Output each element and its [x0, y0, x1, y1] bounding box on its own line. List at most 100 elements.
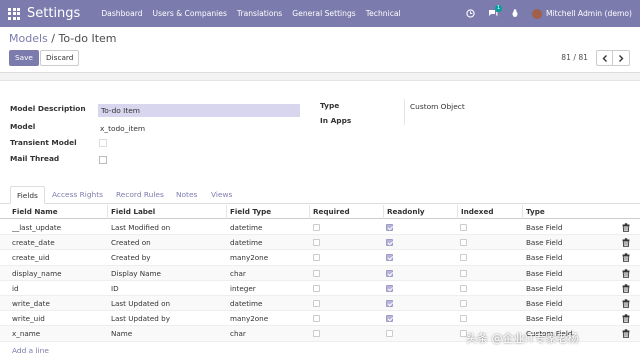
menu-item-dashboard[interactable]: Dashboard: [96, 0, 147, 27]
cell-type: Base Field: [526, 268, 563, 278]
messages-icon[interactable]: 1: [488, 4, 503, 19]
column-indexed[interactable]: Indexed: [458, 205, 523, 219]
table-row[interactable]: id ID integer Base Field: [0, 281, 640, 296]
required-checkbox[interactable]: [313, 330, 320, 338]
column-readonly[interactable]: Readonly: [384, 205, 458, 219]
menu-item-general-settings[interactable]: General Settings: [287, 0, 361, 27]
trash-icon[interactable]: [622, 268, 630, 278]
readonly-checkbox[interactable]: [386, 330, 393, 338]
menu-item-users-companies[interactable]: Users & Companies: [148, 0, 232, 27]
menu-item-translations[interactable]: Translations: [232, 0, 287, 27]
cell-type: Base Field: [526, 253, 563, 263]
indexed-checkbox[interactable]: [460, 300, 467, 307]
debug-bug-icon[interactable]: [510, 9, 520, 19]
discard-button[interactable]: Discard: [40, 50, 80, 66]
tab-views[interactable]: Views: [205, 186, 238, 204]
column-required[interactable]: Required: [310, 205, 384, 219]
tab-fields[interactable]: Fields: [10, 186, 45, 204]
readonly-checkbox[interactable]: [386, 315, 393, 323]
table-row[interactable]: create_date Created on datetime Base Field: [0, 235, 640, 251]
user-menu[interactable]: Mitchell Admin (demo): [531, 8, 632, 19]
required-checkbox[interactable]: [313, 239, 320, 247]
cell-field-label: Display Name: [111, 268, 161, 278]
trash-icon[interactable]: [622, 284, 630, 293]
indexed-checkbox[interactable]: [460, 315, 467, 323]
required-checkbox[interactable]: [313, 269, 320, 277]
model-description-label: Model Description: [10, 104, 86, 113]
trash-icon[interactable]: [622, 314, 630, 324]
pager-previous-button[interactable]: [596, 50, 613, 66]
messages-count-badge: 1: [494, 4, 503, 12]
type-value: Custom Object: [410, 102, 465, 111]
column-field-label[interactable]: Field Label: [108, 205, 227, 219]
cell-field-type: integer: [230, 283, 256, 293]
cell-field-type: datetime: [230, 299, 263, 308]
indexed-checkbox[interactable]: [460, 239, 467, 247]
required-checkbox[interactable]: [313, 300, 320, 307]
column-field-type[interactable]: Field Type: [227, 205, 310, 219]
tab-notes[interactable]: Notes: [170, 186, 203, 204]
readonly-checkbox[interactable]: [386, 300, 393, 307]
cell-field-name: create_uid: [12, 253, 50, 263]
menu-item-technical[interactable]: Technical: [361, 0, 406, 27]
trash-icon[interactable]: [622, 299, 630, 308]
pager-value[interactable]: 81 / 81: [561, 53, 588, 62]
cell-field-type: datetime: [230, 223, 263, 232]
mail-thread-checkbox[interactable]: [99, 156, 107, 164]
app-grid-icon[interactable]: [7, 7, 21, 21]
cell-field-label: Last Modified on: [111, 223, 171, 232]
cell-field-label: Name: [111, 329, 133, 339]
breadcrumb-separator: /: [51, 32, 55, 45]
readonly-checkbox[interactable]: [386, 269, 393, 277]
chevron-left-icon: [602, 54, 607, 62]
cell-field-type: char: [230, 268, 246, 278]
readonly-checkbox[interactable]: [386, 239, 393, 247]
breadcrumb-parent-link[interactable]: Models: [9, 32, 48, 45]
transient-model-checkbox: [99, 139, 107, 147]
table-row[interactable]: write_date Last Updated on datetime Base Fi…: [0, 296, 640, 312]
table-header: Field Name Field Label Field Type Requir…: [0, 205, 640, 219]
table-row[interactable]: __last_update Last Modified on datetime Bas…: [0, 220, 640, 236]
app-title[interactable]: Settings: [27, 6, 80, 21]
table-row[interactable]: create_uid Created by many2one Base Field: [0, 250, 640, 266]
required-checkbox[interactable]: [313, 224, 320, 231]
activity-clock-icon[interactable]: [466, 9, 476, 19]
chevron-right-icon: [619, 54, 624, 62]
cell-field-name: write_date: [12, 299, 50, 308]
required-checkbox[interactable]: [313, 315, 320, 323]
model-description-input[interactable]: To-do Item: [98, 104, 300, 117]
table-row[interactable]: write_uid Last Updated by many2one Base Fie…: [0, 311, 640, 327]
column-type[interactable]: Type: [523, 205, 619, 219]
trash-icon[interactable]: [622, 253, 630, 263]
tab-access-rights[interactable]: Access Rights: [46, 186, 109, 204]
indexed-checkbox[interactable]: [460, 224, 467, 231]
cell-field-name: create_date: [12, 238, 55, 248]
cell-field-type: char: [230, 329, 246, 339]
add-a-line-link[interactable]: Add a line: [12, 346, 49, 355]
indexed-checkbox[interactable]: [460, 269, 467, 277]
indexed-checkbox[interactable]: [460, 254, 467, 262]
required-checkbox[interactable]: [313, 284, 320, 292]
indexed-checkbox[interactable]: [460, 284, 467, 292]
pager-next-button[interactable]: [613, 50, 630, 66]
required-checkbox[interactable]: [313, 254, 320, 262]
readonly-checkbox[interactable]: [386, 224, 393, 231]
trash-icon[interactable]: [622, 238, 630, 248]
trash-icon[interactable]: [622, 223, 630, 232]
column-field-name[interactable]: Field Name: [9, 205, 108, 219]
readonly-checkbox[interactable]: [386, 254, 393, 262]
save-button[interactable]: Save: [9, 50, 39, 66]
tab-record-rules[interactable]: Record Rules: [110, 186, 170, 204]
breadcrumb-current: To-do Item: [58, 32, 117, 45]
trash-icon[interactable]: [622, 329, 630, 339]
readonly-checkbox[interactable]: [386, 284, 393, 292]
cell-field-type: many2one: [230, 253, 269, 263]
breadcrumb: Models / To-do Item: [9, 32, 117, 45]
cell-field-name: write_uid: [12, 314, 45, 324]
type-label: Type: [320, 101, 340, 110]
cell-field-name: __last_update: [12, 223, 62, 232]
cell-type: Base Field: [526, 283, 563, 293]
cell-field-label: Last Updated on: [111, 299, 171, 308]
table-row[interactable]: display_name Display Name char Base Field: [0, 265, 640, 281]
form-sheet: Model Description To-do Item Model x_tod…: [0, 80, 640, 355]
